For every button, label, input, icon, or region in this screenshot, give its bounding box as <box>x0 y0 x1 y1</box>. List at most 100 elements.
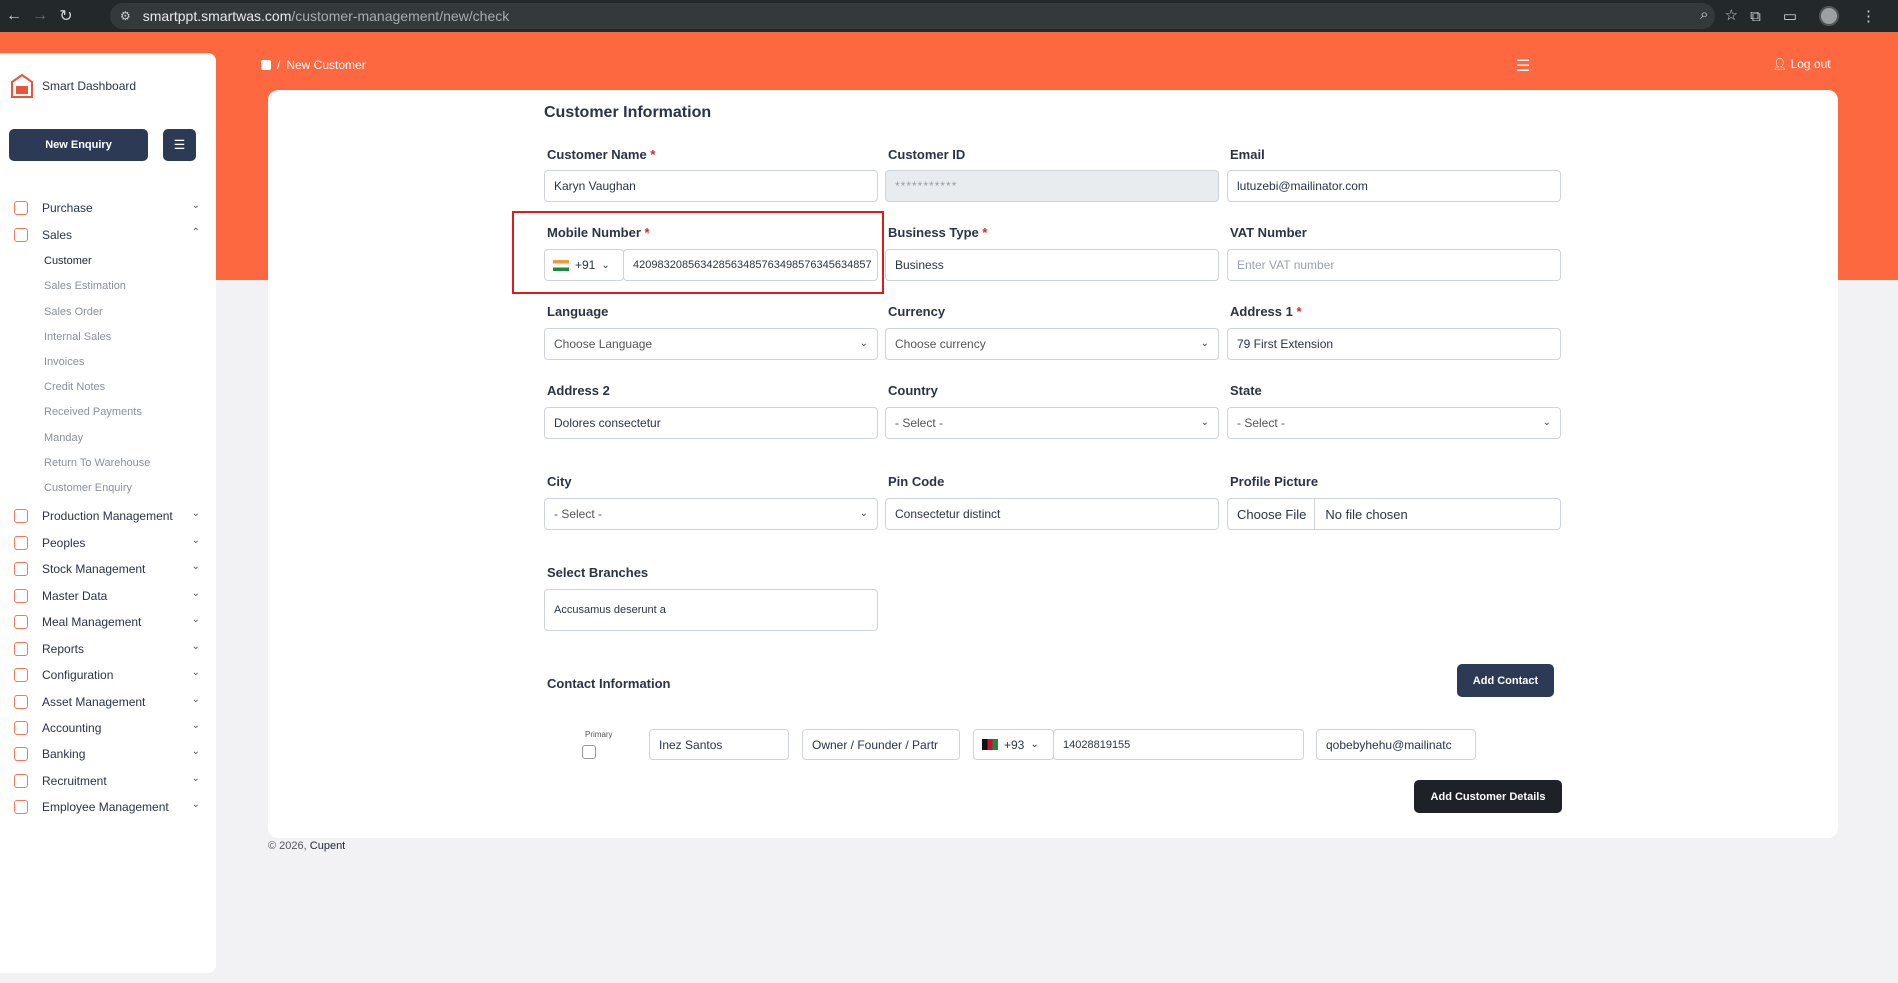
branches-select[interactable]: Accusamus deserunt a <box>544 589 878 631</box>
sidebar-item-asset-management[interactable]: Asset Management ⌄ <box>14 691 200 713</box>
chevron-down-icon: ⌄ <box>1542 417 1551 428</box>
address1-label: Address 1 * <box>1230 304 1302 319</box>
profile-avatar[interactable] <box>1819 6 1839 26</box>
country-select[interactable]: - Select - ⌄ <box>885 407 1219 439</box>
asset-icon <box>14 695 28 709</box>
reload-icon[interactable]: ↻ <box>54 6 78 26</box>
more-icon[interactable]: ⋮ <box>1861 7 1876 25</box>
sidebar-item-peoples[interactable]: Peoples ⌄ <box>14 532 200 554</box>
cast-icon[interactable]: ▭ <box>1783 7 1797 25</box>
sidebar-item-employee-management[interactable]: Employee Management ⌄ <box>14 796 200 818</box>
sidebar-item-banking[interactable]: Banking ⌄ <box>14 743 200 765</box>
site-info-icon[interactable]: ⚙ <box>120 9 131 23</box>
configuration-icon <box>14 668 28 682</box>
chevron-down-icon: ⌄ <box>191 535 200 546</box>
sidebar-item-configuration[interactable]: Configuration ⌄ <box>14 664 200 686</box>
bookmark-star-icon[interactable]: ☆ <box>1725 6 1738 24</box>
country-label: Country <box>888 383 938 398</box>
currency-value: Choose currency <box>895 337 986 351</box>
contact-country-code-select[interactable]: +93 ⌄ <box>973 729 1054 760</box>
sidebar-item-purchase[interactable]: Purchase ⌄ <box>14 197 200 219</box>
recruitment-icon <box>14 774 28 788</box>
meal-icon <box>14 615 28 629</box>
footer-link[interactable]: Cupent <box>310 840 345 852</box>
new-enquiry-button[interactable]: New Enquiry <box>9 129 148 161</box>
language-select[interactable]: Choose Language ⌄ <box>544 328 878 360</box>
state-select[interactable]: - Select - ⌄ <box>1227 407 1561 439</box>
sidebar-item-accounting[interactable]: Accounting ⌄ <box>14 717 200 739</box>
address-bar[interactable]: ⚙ smartppt.smartwas.com /customer-manage… <box>110 3 1715 29</box>
extensions-icon[interactable]: ⧉ <box>1750 8 1761 25</box>
home-icon[interactable] <box>261 60 271 70</box>
back-icon[interactable]: ← <box>2 7 26 25</box>
country-value: - Select - <box>895 416 944 430</box>
contact-email-input[interactable]: qobebyhehu@mailinatc <box>1316 729 1476 760</box>
state-value: - Select - <box>1237 416 1286 430</box>
logout-label: Log out <box>1790 57 1831 71</box>
menu-toggle-button[interactable]: ☰ <box>163 129 196 161</box>
contact-name-input[interactable]: Inez Santos <box>649 729 789 760</box>
sidebar-item-stock-management[interactable]: Stock Management ⌄ <box>14 558 200 580</box>
address1-input[interactable]: 79 First Extension <box>1227 328 1561 360</box>
sidebar-item-label: Configuration <box>42 668 114 682</box>
production-icon <box>14 509 28 523</box>
sidebar-sub-received-payments[interactable]: Received Payments <box>44 406 142 418</box>
vat-number-input[interactable]: Enter VAT number <box>1227 249 1561 281</box>
sidebar-item-reports[interactable]: Reports ⌄ <box>14 638 200 660</box>
sidebar-item-sales[interactable]: Sales ⌃ <box>14 224 200 246</box>
header-menu-icon[interactable]: ☰ <box>1516 56 1530 76</box>
sales-icon <box>14 228 28 242</box>
chevron-down-icon: ⌄ <box>191 799 200 810</box>
primary-checkbox[interactable] <box>582 745 596 759</box>
sidebar-sub-customer[interactable]: Customer <box>44 255 92 267</box>
sidebar-item-meal-management[interactable]: Meal Management ⌄ <box>14 611 200 633</box>
brand-name: Smart Dashboard <box>42 79 137 93</box>
email-input[interactable]: lutuzebi@mailinator.com <box>1227 170 1561 202</box>
sidebar-item-master-data[interactable]: Master Data ⌄ <box>14 585 200 607</box>
mobile-country-code-select[interactable]: +91 ⌄ <box>544 249 624 281</box>
zoom-icon[interactable]: ⌕ <box>1700 6 1708 24</box>
business-type-input[interactable]: Business <box>885 249 1219 281</box>
sidebar-sub-sales-estimation[interactable]: Sales Estimation <box>44 280 126 292</box>
add-contact-button[interactable]: Add Contact <box>1457 664 1554 697</box>
logout-link[interactable]: 👤︎ Log out <box>1772 57 1831 71</box>
profile-picture-input[interactable]: Choose File No file chosen <box>1227 498 1561 530</box>
browser-toolbar: ← → ↻ ⚙ smartppt.smartwas.com /customer-… <box>0 0 1898 32</box>
add-customer-details-button[interactable]: Add Customer Details <box>1414 780 1562 813</box>
customer-name-input[interactable]: Karyn Vaughan <box>544 170 878 202</box>
sidebar-item-label: Master Data <box>42 589 108 603</box>
sidebar-sub-customer-enquiry[interactable]: Customer Enquiry <box>44 482 132 494</box>
currency-select[interactable]: Choose currency ⌄ <box>885 328 1219 360</box>
sidebar-item-label: Production Management <box>42 509 173 523</box>
customer-form-card <box>268 90 1838 838</box>
choose-file-button[interactable]: Choose File <box>1237 499 1316 529</box>
sidebar-sub-invoices[interactable]: Invoices <box>44 356 84 368</box>
sidebar-sub-sales-order[interactable]: Sales Order <box>44 306 103 318</box>
sidebar-item-label: Meal Management <box>42 615 142 629</box>
address2-input[interactable]: Dolores consectetur <box>544 407 878 439</box>
customer-id-label: Customer ID <box>888 147 966 162</box>
mobile-number-input[interactable]: 420983208563428563485763498576345634857 <box>623 249 878 281</box>
sidebar-sub-return-to-warehouse[interactable]: Return To Warehouse <box>44 457 150 469</box>
city-select[interactable]: - Select - ⌄ <box>544 498 878 530</box>
forward-icon[interactable]: → <box>28 7 52 25</box>
chevron-down-icon: ⌄ <box>191 746 200 757</box>
sidebar-item-recruitment[interactable]: Recruitment ⌄ <box>14 770 200 792</box>
chevron-down-icon: ⌄ <box>191 614 200 625</box>
purchase-icon <box>14 201 28 215</box>
contact-phone-input[interactable]: 14028819155 <box>1053 729 1304 760</box>
sidebar-sub-manday[interactable]: Manday <box>44 432 83 444</box>
afghanistan-flag-icon <box>982 739 998 750</box>
country-code: +91 <box>575 258 596 272</box>
sidebar-sub-credit-notes[interactable]: Credit Notes <box>44 381 105 393</box>
employee-icon <box>14 800 28 814</box>
pincode-label: Pin Code <box>888 474 945 489</box>
sidebar-sub-internal-sales[interactable]: Internal Sales <box>44 331 111 343</box>
sidebar-item-label: Employee Management <box>42 800 169 814</box>
sidebar-item-production-management[interactable]: Production Management ⌄ <box>14 505 200 527</box>
pincode-input[interactable]: Consectetur distinct <box>885 498 1219 530</box>
contact-role-input[interactable]: Owner / Founder / Partr <box>802 729 960 760</box>
brand[interactable]: Smart Dashboard <box>10 73 136 99</box>
master-data-icon <box>14 589 28 603</box>
city-value: - Select - <box>554 507 603 521</box>
